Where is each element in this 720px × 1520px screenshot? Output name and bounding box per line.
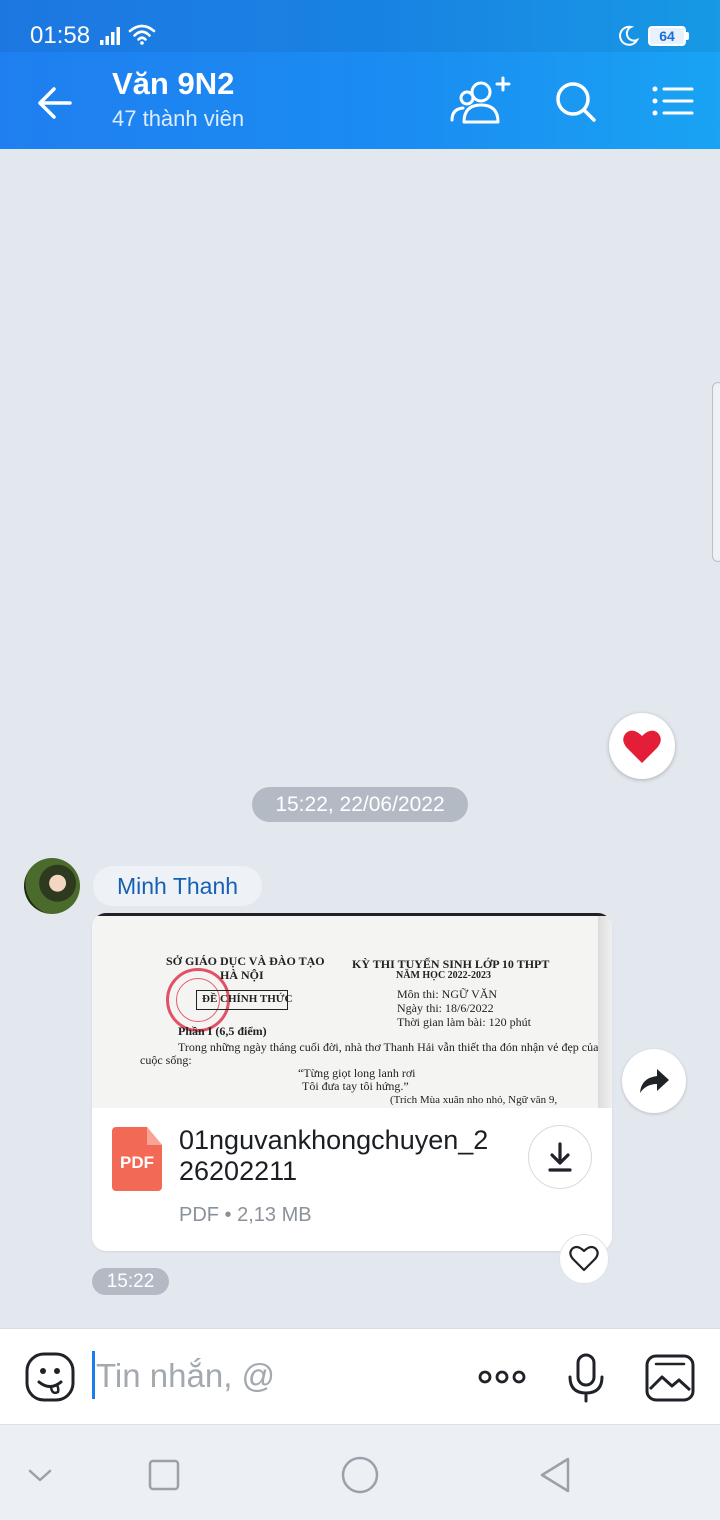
heart-outline-icon bbox=[569, 1245, 599, 1272]
back-triangle-icon[interactable] bbox=[536, 1455, 576, 1495]
image-gallery-icon[interactable] bbox=[642, 1351, 698, 1405]
message-composer bbox=[0, 1328, 720, 1424]
scrollbar[interactable] bbox=[712, 382, 720, 562]
group-title[interactable]: Văn 9N2 bbox=[112, 66, 234, 102]
download-icon bbox=[548, 1142, 572, 1172]
battery-tip bbox=[686, 32, 689, 40]
preview-source: (Trích Mùa xuân nho nhỏ, Ngữ văn 9, bbox=[390, 1094, 558, 1106]
share-arrow-icon bbox=[640, 1069, 669, 1093]
file-meta: PDF • 2,13 MB bbox=[179, 1204, 312, 1226]
preview-right-line2: NĂM HỌC 2022-2023 bbox=[396, 970, 491, 981]
moon-icon bbox=[619, 25, 640, 46]
chevron-down-icon[interactable] bbox=[20, 1455, 60, 1495]
date-separator: 15:22, 22/06/2022 bbox=[252, 787, 468, 822]
app-header: 01:58 64 Văn 9N2 47 thành viên bbox=[0, 0, 720, 149]
preview-part1: Phần I (6,5 điểm) bbox=[178, 1024, 267, 1038]
text-cursor bbox=[92, 1351, 95, 1399]
preview-date: Ngày thi: 18/6/2022 bbox=[397, 1001, 494, 1015]
like-button[interactable] bbox=[559, 1234, 609, 1284]
message-input[interactable] bbox=[96, 1351, 456, 1401]
preview-para2: cuộc sống: bbox=[140, 1053, 192, 1067]
heart-reaction-button[interactable] bbox=[609, 713, 675, 779]
status-bar: 01:58 64 bbox=[0, 0, 720, 52]
add-member-icon[interactable] bbox=[448, 72, 514, 132]
microphone-icon[interactable] bbox=[558, 1351, 614, 1405]
recent-apps-icon[interactable] bbox=[144, 1455, 184, 1495]
preview-duration: Thời gian làm bài: 120 phút bbox=[397, 1015, 531, 1029]
sender-name[interactable]: Minh Thanh bbox=[93, 866, 263, 906]
heart-icon bbox=[623, 730, 661, 763]
more-options-icon[interactable] bbox=[474, 1351, 530, 1405]
preview-boxed: ĐỀ CHÍNH THỨC bbox=[202, 993, 293, 1005]
preview-para1: Trong những ngày tháng cuối đời, nhà thơ… bbox=[178, 1040, 599, 1054]
sticker-emoji-icon[interactable] bbox=[24, 1351, 76, 1403]
search-icon[interactable] bbox=[544, 72, 610, 132]
preview-subject: Môn thi: NGỮ VĂN bbox=[397, 987, 498, 1001]
back-arrow-icon[interactable] bbox=[26, 78, 86, 128]
preview-quote2: Tôi đưa tay tôi hứng.” bbox=[302, 1079, 409, 1093]
preview-page-edge bbox=[598, 916, 612, 1108]
message-time: 15:22 bbox=[92, 1268, 169, 1295]
preview-left-line1: SỞ GIÁO DỤC VÀ ĐÀO TẠO bbox=[166, 954, 325, 968]
forward-button[interactable] bbox=[622, 1049, 686, 1113]
document-preview[interactable]: SỞ GIÁO DỤC VÀ ĐÀO TẠO HÀ NỘI ĐỀ CHÍNH T… bbox=[92, 913, 612, 1108]
signal-icon bbox=[100, 27, 120, 45]
system-navigation-bar bbox=[0, 1424, 720, 1520]
status-time: 01:58 bbox=[30, 22, 91, 49]
file-name[interactable]: 01nguvankhongchuyen_226202211 bbox=[179, 1125, 499, 1187]
member-count[interactable]: 47 thành viên bbox=[112, 106, 244, 132]
avatar[interactable] bbox=[24, 858, 80, 914]
home-icon[interactable] bbox=[340, 1455, 380, 1495]
download-button[interactable] bbox=[528, 1125, 592, 1189]
file-message-card[interactable]: SỞ GIÁO DỤC VÀ ĐÀO TẠO HÀ NỘI ĐỀ CHÍNH T… bbox=[92, 913, 612, 1251]
wifi-icon bbox=[128, 24, 156, 45]
menu-list-icon[interactable] bbox=[640, 72, 706, 132]
pdf-type-label: PDF bbox=[120, 1153, 154, 1172]
preview-left-line2: HÀ NỘI bbox=[220, 968, 264, 982]
battery-indicator: 64 bbox=[648, 26, 686, 46]
